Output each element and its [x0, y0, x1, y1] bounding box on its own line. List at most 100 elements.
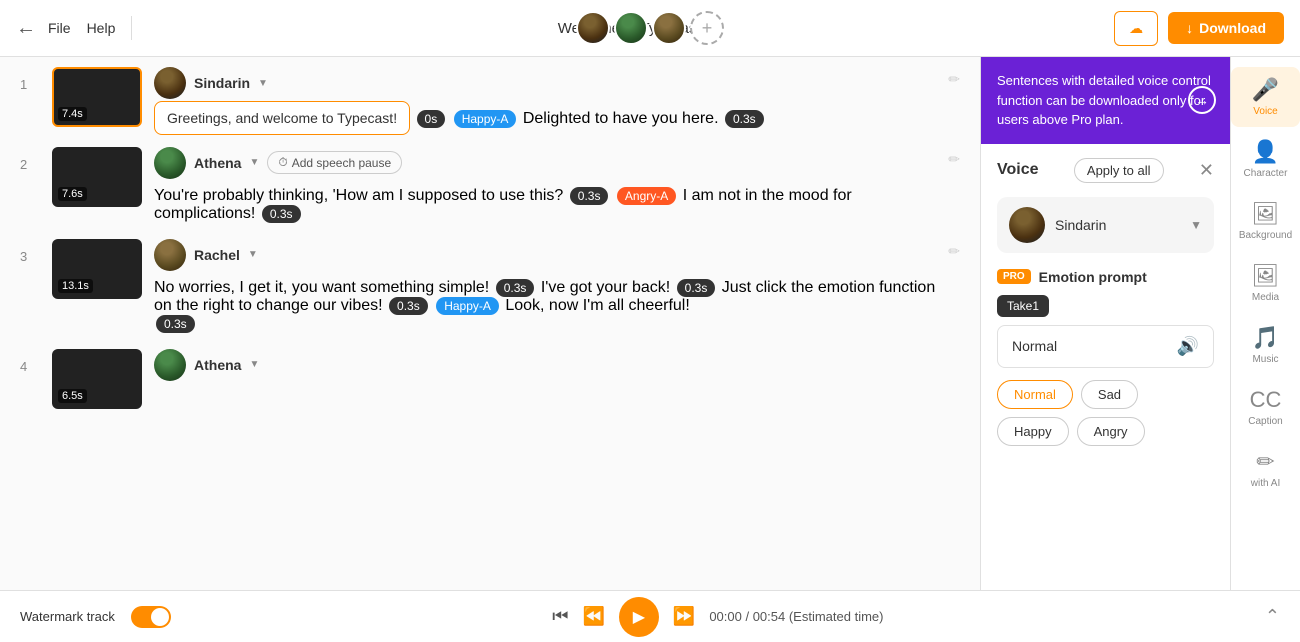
pause-tag-3b[interactable]: 0.3s [677, 279, 716, 297]
upload-button[interactable]: ☁ [1114, 11, 1158, 46]
thumbnail-2[interactable]: 7.6s [52, 147, 142, 207]
sidebar-item-media[interactable]: 🖼 Media [1231, 253, 1300, 313]
voice-panel-header: Voice Apply to all ✕ [997, 158, 1214, 183]
table-row: 1 7.4s Sindarin ▼ Greetings, and welcome… [20, 67, 960, 131]
script-text-2: You're probably thinking, 'How am I supp… [154, 187, 936, 223]
speaker-play-icon[interactable]: 🔊 [1177, 336, 1199, 357]
emotion-buttons: Normal Sad Happy Angry [997, 380, 1214, 446]
table-row: 3 13.1s Rachel ▼ No worries, I get it, y… [20, 239, 960, 333]
thumb-time-4: 6.5s [58, 389, 87, 403]
speaker-name-3[interactable]: Rachel [194, 247, 240, 263]
edit-icon-2[interactable]: ✏ [948, 151, 960, 168]
back-button[interactable]: ← [16, 17, 36, 40]
script-text-3: No worries, I get it, you want something… [154, 279, 936, 333]
speaker-avatar-2 [154, 147, 186, 179]
skip-to-start-button[interactable]: ⏮ [552, 606, 568, 627]
text-plain-3d: Look, now I'm all cheerful! [505, 297, 689, 314]
download-button[interactable]: ↓ Download [1168, 12, 1284, 44]
pause-tag-2a[interactable]: 0.3s [570, 187, 609, 205]
emotion-happy-button[interactable]: Happy [997, 417, 1069, 446]
sidebar-item-character[interactable]: 👤 Character [1231, 129, 1300, 189]
table-row: 4 6.5s Athena ▼ [20, 349, 960, 409]
sidebar-item-withai[interactable]: ✏ with AI [1231, 439, 1300, 499]
text-bordered-1[interactable]: Greetings, and welcome to Typecast! [154, 101, 410, 135]
watermark-toggle[interactable] [131, 606, 171, 628]
avatar-sindarin[interactable] [576, 11, 610, 45]
avatar-rachel[interactable] [652, 11, 686, 45]
background-icon: 🖼 [1252, 201, 1280, 227]
right-panel: Sentences with detailed voice control fu… [980, 57, 1230, 590]
edit-icon-3[interactable]: ✏ [948, 243, 960, 260]
speaker-avatar-1 [154, 67, 186, 99]
emotion-angry-button[interactable]: Angry [1077, 417, 1145, 446]
character-icon: 👤 [1252, 139, 1279, 165]
watermark-label: Watermark track [20, 609, 115, 624]
caption-icon: CC [1250, 387, 1282, 413]
sidebar-item-music[interactable]: 🎵 Music [1231, 315, 1300, 375]
emotion-section-title: Emotion prompt [1039, 269, 1147, 285]
edit-icon-1[interactable]: ✏ [948, 71, 960, 88]
row-number-3: 3 [20, 249, 40, 264]
file-menu[interactable]: File [48, 20, 71, 36]
expand-button[interactable]: ⌃ [1265, 606, 1280, 627]
thumbnail-4[interactable]: 6.5s [52, 349, 142, 409]
pause-tag-1b[interactable]: 0.3s [725, 110, 764, 128]
sidebar-item-voice[interactable]: 🎤 Voice [1231, 67, 1300, 127]
speaker-avatar-4 [154, 349, 186, 381]
icon-sidebar: 🎤 Voice 👤 Character 🖼 Background 🖼 Media… [1230, 57, 1300, 590]
thumb-time-3: 13.1s [58, 279, 93, 293]
emotion-tag-1a[interactable]: Happy-A [454, 110, 517, 128]
close-voice-panel-button[interactable]: ✕ [1199, 160, 1214, 181]
sidebar-item-background[interactable]: 🖼 Background [1231, 191, 1300, 251]
next-button[interactable]: ⏩ [673, 606, 695, 627]
upload-icon: ☁ [1129, 20, 1143, 37]
avatar-athena[interactable] [614, 11, 648, 45]
pro-banner-arrow[interactable]: → [1188, 86, 1216, 114]
text-plain-3a: No worries, I get it, you want something… [154, 279, 489, 296]
speaker-caret-3[interactable]: ▼ [248, 249, 258, 260]
add-speech-pause-button[interactable]: ⏱ Add speech pause [267, 151, 402, 174]
speaker-name-2[interactable]: Athena [194, 155, 241, 171]
thumbnail-1[interactable]: 7.4s [52, 67, 142, 127]
table-row: 2 7.6s Athena ▼ ⏱ Add speech pause You'r… [20, 147, 960, 223]
speaker-caret-2[interactable]: ▼ [249, 157, 259, 168]
pause-tag-2b[interactable]: 0.3s [262, 205, 301, 223]
avatar-group: + [576, 11, 724, 45]
speaker-caret-4[interactable]: ▼ [249, 359, 259, 370]
sidebar-item-background-label: Background [1239, 230, 1292, 241]
speaker-row-3: Rachel ▼ [154, 239, 936, 271]
sidebar-item-caption[interactable]: CC Caption [1231, 377, 1300, 437]
music-icon: 🎵 [1252, 325, 1279, 351]
emotion-sad-button[interactable]: Sad [1081, 380, 1138, 409]
voice-selector[interactable]: Sindarin ▼ [997, 197, 1214, 253]
pause-tag-3a[interactable]: 0.3s [496, 279, 535, 297]
speaker-name-4[interactable]: Athena [194, 357, 241, 373]
speaker-row-2: Athena ▼ ⏱ Add speech pause [154, 147, 936, 179]
pause-tag-3c[interactable]: 0.3s [389, 297, 428, 315]
clock-icon: ⏱ [278, 155, 287, 170]
sidebar-item-music-label: Music [1252, 354, 1278, 365]
pause-tag-3d[interactable]: 0.3s [156, 315, 195, 333]
emotion-normal-button[interactable]: Normal [997, 380, 1073, 409]
take-badge[interactable]: Take1 [997, 295, 1049, 317]
emotion-section: PRO Emotion prompt Take1 Normal 🔊 Normal… [997, 269, 1214, 446]
speaker-caret-1[interactable]: ▼ [258, 78, 268, 89]
previous-button[interactable]: ⏪ [582, 606, 604, 627]
voice-panel-title: Voice [997, 161, 1039, 179]
add-character-button[interactable]: + [690, 11, 724, 45]
media-icon: 🖼 [1252, 263, 1280, 289]
voice-icon: 🎤 [1252, 77, 1279, 103]
topbar-actions: ☁ ↓ Download [1114, 11, 1284, 46]
apply-to-all-button[interactable]: Apply to all [1074, 158, 1164, 183]
help-menu[interactable]: Help [87, 20, 116, 36]
pro-badge: PRO [997, 269, 1031, 284]
speaker-name-1[interactable]: Sindarin [194, 75, 250, 91]
emotion-tag-3[interactable]: Happy-A [436, 297, 499, 315]
thumb-time-1: 7.4s [58, 107, 87, 121]
time-display: 00:00 / 00:54 (Estimated time) [709, 609, 883, 624]
thumbnail-3[interactable]: 13.1s [52, 239, 142, 299]
voice-selector-caret: ▼ [1190, 218, 1202, 232]
emotion-tag-2a[interactable]: Angry-A [617, 187, 676, 205]
play-button[interactable]: ▶ [619, 597, 659, 637]
pause-tag-1a[interactable]: 0s [417, 110, 446, 128]
